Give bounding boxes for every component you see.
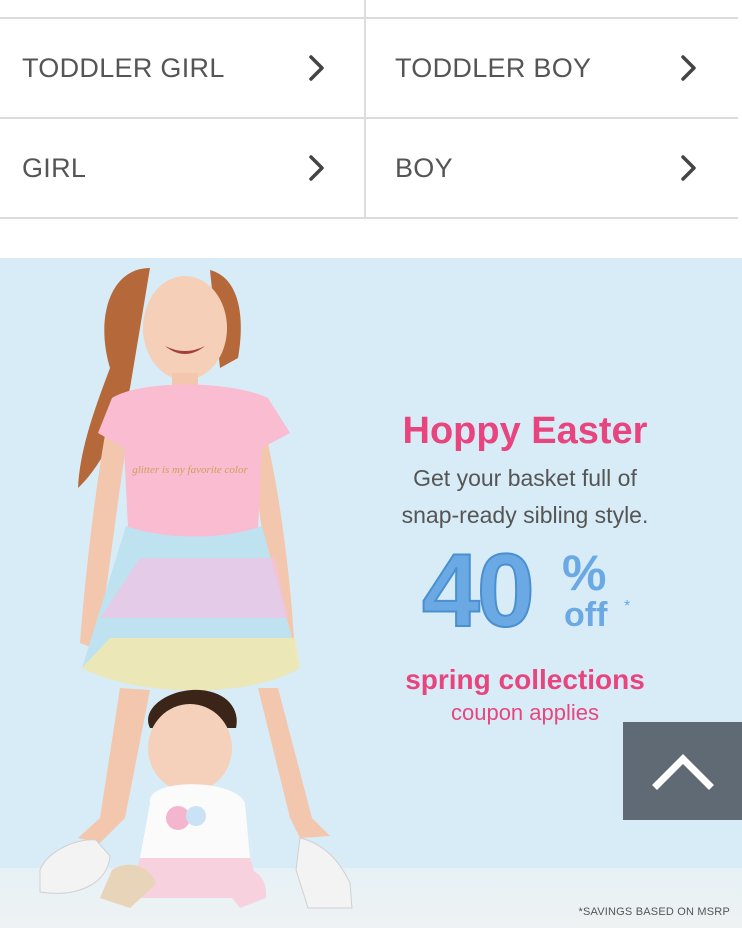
promo-subtitle-line: snap-ready sibling style. xyxy=(401,502,649,528)
category-toddler-girl[interactable]: TODDLER GIRL xyxy=(0,19,364,117)
promo-text-block: Hoppy Easter Get your basket full of sna… xyxy=(370,408,680,728)
category-label: TODDLER GIRL xyxy=(22,52,225,83)
category-label: GIRL xyxy=(22,152,87,183)
kids-photo: glitter is my favorite color xyxy=(39,268,353,909)
shirt-print: glitter is my favorite color xyxy=(132,464,248,476)
chevron-right-icon xyxy=(681,155,696,181)
category-toddler-boy[interactable]: TODDLER BOY xyxy=(364,19,738,117)
promo-subtitle: Get your basket full of snap-ready sibli… xyxy=(370,460,680,534)
grid-top-edge xyxy=(0,0,738,19)
scroll-to-top-button[interactable] xyxy=(623,722,742,820)
category-grid: TODDLER GIRL TODDLER BOY GIRL BOY xyxy=(0,0,738,219)
category-girl[interactable]: GIRL xyxy=(0,119,364,217)
discount-off: off xyxy=(564,596,608,634)
discount-percent: % xyxy=(562,545,607,601)
promo-collections: spring collections xyxy=(405,664,645,695)
category-label: TODDLER BOY xyxy=(395,52,592,83)
easter-promo-banner[interactable]: glitter is my favorite color Hoppy Easte… xyxy=(0,258,742,928)
category-boy[interactable]: BOY xyxy=(364,119,738,217)
chevron-right-icon xyxy=(309,55,324,81)
discount-number: 40 xyxy=(421,532,536,650)
chevron-right-icon xyxy=(681,55,696,81)
discount-asterisk: * xyxy=(624,598,631,615)
category-row: TODDLER GIRL TODDLER BOY xyxy=(0,19,738,119)
promo-headline: Hoppy Easter xyxy=(402,410,648,452)
chevron-up-icon xyxy=(651,754,714,790)
promo-subtitle-line: Get your basket full of xyxy=(413,465,637,491)
category-label: BOY xyxy=(395,152,453,183)
category-row: GIRL BOY xyxy=(0,119,738,219)
chevron-right-icon xyxy=(309,155,324,181)
discount-badge: 40 % off * xyxy=(370,532,680,658)
savings-disclaimer: *SAVINGS BASED ON MSRP xyxy=(578,906,730,918)
